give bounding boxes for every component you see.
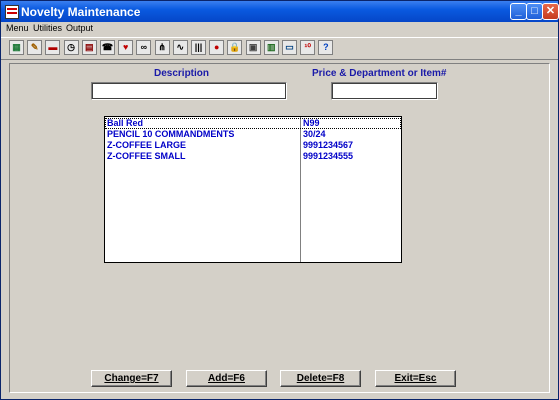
novelty-list[interactable]: Ball Red N99 PENCIL 10 COMMANDMENTS 30/2…: [104, 116, 402, 263]
description-label: Description: [154, 68, 210, 79]
folder-icon[interactable]: ▣: [245, 40, 261, 55]
title-bar[interactable]: Novelty Maintenance _ □ ✕: [1, 1, 559, 22]
app-window: Novelty Maintenance _ □ ✕ Menu Utilities…: [0, 0, 559, 400]
binoculars-icon[interactable]: ∞: [136, 40, 152, 55]
price-label: Price & Department or Item#: [312, 68, 447, 79]
menu-item-utilities[interactable]: Utilities: [33, 23, 62, 33]
network-icon[interactable]: ⋔: [154, 40, 170, 55]
menu-item-output[interactable]: Output: [66, 23, 93, 33]
phone-icon[interactable]: ☎: [100, 40, 115, 55]
item-code: N99: [303, 118, 320, 128]
minimize-button[interactable]: _: [510, 3, 527, 20]
barcode-icon[interactable]: |||: [191, 40, 206, 55]
heart-icon[interactable]: ♥: [118, 40, 134, 55]
monitor-icon[interactable]: ▭: [282, 40, 297, 55]
stop-icon[interactable]: ●: [209, 40, 225, 55]
window-title: Novelty Maintenance: [21, 5, 141, 19]
item-description: Z-COFFEE LARGE: [107, 140, 186, 150]
list-item[interactable]: Z-COFFEE SMALL 9991234555: [105, 151, 401, 162]
add-button[interactable]: Add=F6: [186, 370, 267, 387]
calculator-icon[interactable]: ▦: [9, 40, 24, 55]
item-description: Z-COFFEE SMALL: [107, 151, 186, 161]
item-code: 30/24: [303, 129, 326, 139]
delete-button[interactable]: Delete=F8: [280, 370, 361, 387]
list-item[interactable]: PENCIL 10 COMMANDMENTS 30/24: [105, 129, 401, 140]
chart-icon[interactable]: ∿: [172, 40, 188, 55]
description-input[interactable]: [91, 82, 287, 100]
print-icon[interactable]: ▬: [45, 40, 61, 55]
exit-button[interactable]: Exit=Esc: [375, 370, 456, 387]
clock-icon[interactable]: ◷: [63, 40, 79, 55]
app-icon: [5, 5, 19, 19]
calendar-icon[interactable]: ¹⁰: [300, 40, 316, 55]
bar-chart-icon[interactable]: ▥: [263, 40, 279, 55]
price-item-input[interactable]: [331, 82, 438, 100]
list-item[interactable]: Ball Red N99: [105, 118, 401, 129]
item-description: Ball Red: [107, 118, 144, 128]
item-code: 9991234567: [303, 140, 354, 150]
item-description: PENCIL 10 COMMANDMENTS: [107, 129, 235, 139]
close-button[interactable]: ✕: [542, 3, 559, 20]
menu-item-menu[interactable]: Menu: [6, 23, 29, 33]
toolbar: ▦ ✎ ▬ ◷ ▤ ☎ ♥ ∞ ⋔ ∿ ||| ● 🔒 ▣ ▥ ▭ ¹⁰?: [1, 37, 558, 60]
item-code: 9991234555: [303, 151, 354, 161]
grid-icon[interactable]: ▤: [81, 40, 97, 55]
maximize-button[interactable]: □: [526, 3, 543, 20]
list-item[interactable]: Z-COFFEE LARGE 9991234567: [105, 140, 401, 151]
notes-icon[interactable]: ✎: [27, 40, 43, 55]
menu-bar: Menu Utilities Output: [1, 22, 558, 37]
help-icon[interactable]: ?: [318, 40, 334, 55]
change-button[interactable]: Change=F7: [91, 370, 172, 387]
lock-icon[interactable]: 🔒: [227, 40, 243, 55]
